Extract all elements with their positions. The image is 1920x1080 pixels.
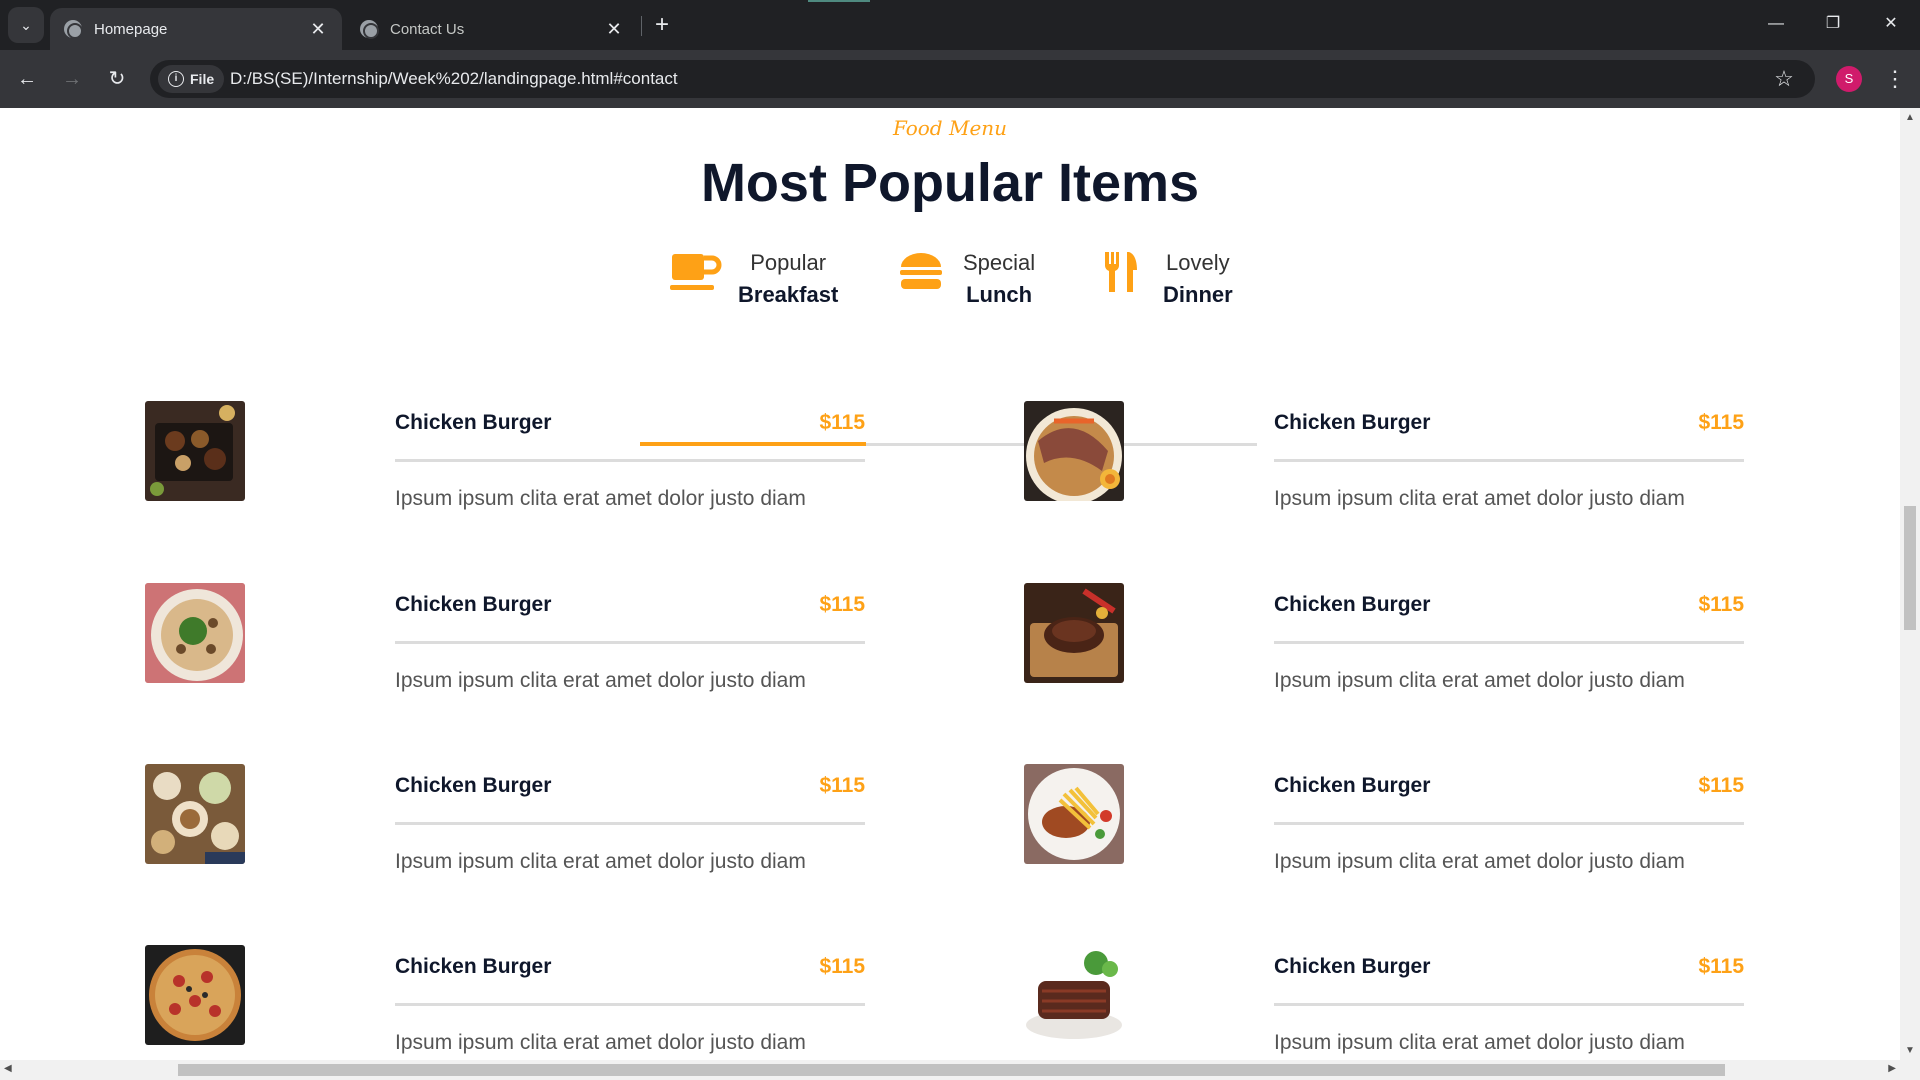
close-icon[interactable]: ✕ [604,19,624,40]
tab-big-label: Breakfast [738,282,839,307]
item-price: $115 [1698,593,1744,616]
tab-title: Contact Us [390,20,465,38]
item-name: Chicken Burger [395,955,552,978]
food-image-grilled-meat [1024,945,1124,1045]
tab-contact-us[interactable]: Contact Us ✕ [346,8,638,50]
food-image-pizza [145,945,245,1045]
chevron-down-icon: ⌄ [20,16,32,33]
item-name: Chicken Burger [395,593,552,616]
site-info-chip[interactable]: i File [158,65,225,93]
browser-toolbar: ← → ↻ i File D:/BS(SE)/Internship/Week%2… [0,50,1920,108]
section-subtitle: Food Menu [892,116,1008,140]
tab-big-label: Dinner [1163,282,1233,307]
new-tab-button[interactable]: + [650,10,674,40]
hamburger-icon [895,250,947,294]
scroll-up-icon[interactable]: ▲ [1900,112,1920,123]
globe-icon [64,20,83,39]
item-name: Chicken Burger [395,774,552,797]
item-name: Chicken Burger [1274,593,1431,616]
reload-button[interactable]: ↻ [100,62,134,96]
item-name: Chicken Burger [1274,774,1431,797]
food-image-steak [1024,583,1124,683]
menu-item[interactable]: Chicken Burger $115 Ipsum ipsum clita er… [145,583,865,693]
forward-button[interactable]: → [55,62,89,96]
item-price: $115 [1698,411,1744,434]
menu-item[interactable]: Chicken Burger $115 Ipsum ipsum clita er… [145,401,865,511]
close-window-button[interactable]: ✕ [1868,8,1914,40]
scroll-right-icon[interactable]: ▶ [1888,1063,1896,1074]
tab-small-label: Lovely [1166,250,1230,275]
address-bar[interactable]: i File D:/BS(SE)/Internship/Week%202/lan… [150,60,1815,98]
food-image-salad-plate [145,583,245,683]
item-description: Ipsum ipsum clita erat amet dolor justo … [395,1031,806,1054]
menu-item[interactable]: Chicken Burger $115 Ipsum ipsum clita er… [1024,583,1744,693]
item-name: Chicken Burger [1274,411,1431,434]
item-description: Ipsum ipsum clita erat amet dolor justo … [395,850,806,873]
vertical-scroll-thumb[interactable] [1904,506,1916,630]
item-divider [1274,1003,1744,1006]
tab-small-label: Special [963,250,1036,275]
horizontal-scroll-thumb[interactable] [178,1064,1725,1076]
item-description: Ipsum ipsum clita erat amet dolor justo … [395,669,806,692]
scroll-left-icon[interactable]: ◀ [4,1063,12,1074]
item-price: $115 [1698,774,1744,797]
item-name: Chicken Burger [1274,955,1431,978]
page-title: Most Popular Items [700,153,1200,213]
item-description: Ipsum ipsum clita erat amet dolor justo … [1274,850,1685,873]
menu-item[interactable]: Chicken Burger $115 Ipsum ipsum clita er… [1024,945,1744,1055]
restore-button[interactable]: ❐ [1810,8,1856,40]
drag-indicator [808,0,870,2]
item-divider [1274,641,1744,644]
tab-homepage[interactable]: Homepage ✕ [50,8,342,50]
site-chip-label: File [190,71,215,87]
menu-item[interactable]: Chicken Burger $115 Ipsum ipsum clita er… [145,945,865,1055]
menu-item[interactable]: Chicken Burger $115 Ipsum ipsum clita er… [1024,764,1744,874]
item-price: $115 [819,593,865,616]
tab-big-label: Lunch [966,282,1033,307]
horizontal-scrollbar[interactable]: ◀ ▶ [0,1060,1920,1080]
profile-avatar[interactable]: S [1836,66,1862,92]
item-divider [395,641,865,644]
item-divider [395,822,865,825]
menu-item[interactable]: Chicken Burger $115 Ipsum ipsum clita er… [145,764,865,874]
minimize-button[interactable]: — [1753,8,1799,40]
info-icon: i [168,71,184,87]
globe-icon [360,20,379,39]
tab-search-button[interactable]: ⌄ [8,7,44,43]
star-icon[interactable]: ☆ [1769,64,1799,94]
item-divider [1274,459,1744,462]
item-divider [395,459,865,462]
item-price: $115 [1698,955,1744,978]
vertical-scrollbar[interactable]: ▲ ▼ [1900,108,1920,1060]
tab-divider [641,16,642,36]
back-button[interactable]: ← [10,62,44,96]
menu-item[interactable]: Chicken Burger $115 Ipsum ipsum clita er… [1024,401,1744,511]
tab-small-label: Popular [750,250,827,275]
food-image-platter [145,401,245,501]
food-image-ramen [1024,401,1124,501]
tab-title: Homepage [94,20,168,38]
more-menu-icon[interactable]: ⋮ [1880,62,1910,96]
item-name: Chicken Burger [395,411,552,434]
close-icon[interactable]: ✕ [308,19,328,40]
tab-strip: ⌄ Homepage ✕ Contact Us ✕ + — ❐ ✕ [0,0,1920,50]
tab-lunch[interactable]: Special Lunch [895,250,1035,448]
item-divider [1274,822,1744,825]
food-image-fries-plate [1024,764,1124,864]
item-description: Ipsum ipsum clita erat amet dolor justo … [1274,669,1685,692]
item-price: $115 [819,411,865,434]
item-description: Ipsum ipsum clita erat amet dolor justo … [1274,1031,1685,1054]
url-text[interactable]: D:/BS(SE)/Internship/Week%202/landingpag… [230,60,678,98]
item-divider [395,1003,865,1006]
utensils-icon [1095,250,1147,294]
food-image-table-spread [145,764,245,864]
item-description: Ipsum ipsum clita erat amet dolor justo … [395,487,806,510]
item-description: Ipsum ipsum clita erat amet dolor justo … [1274,487,1685,510]
scroll-down-icon[interactable]: ▼ [1900,1045,1920,1056]
page-viewport: Food Menu Most Popular Items Popular Bre… [0,108,1920,1080]
item-price: $115 [819,774,865,797]
item-price: $115 [819,955,865,978]
coffee-cup-icon [670,250,722,294]
